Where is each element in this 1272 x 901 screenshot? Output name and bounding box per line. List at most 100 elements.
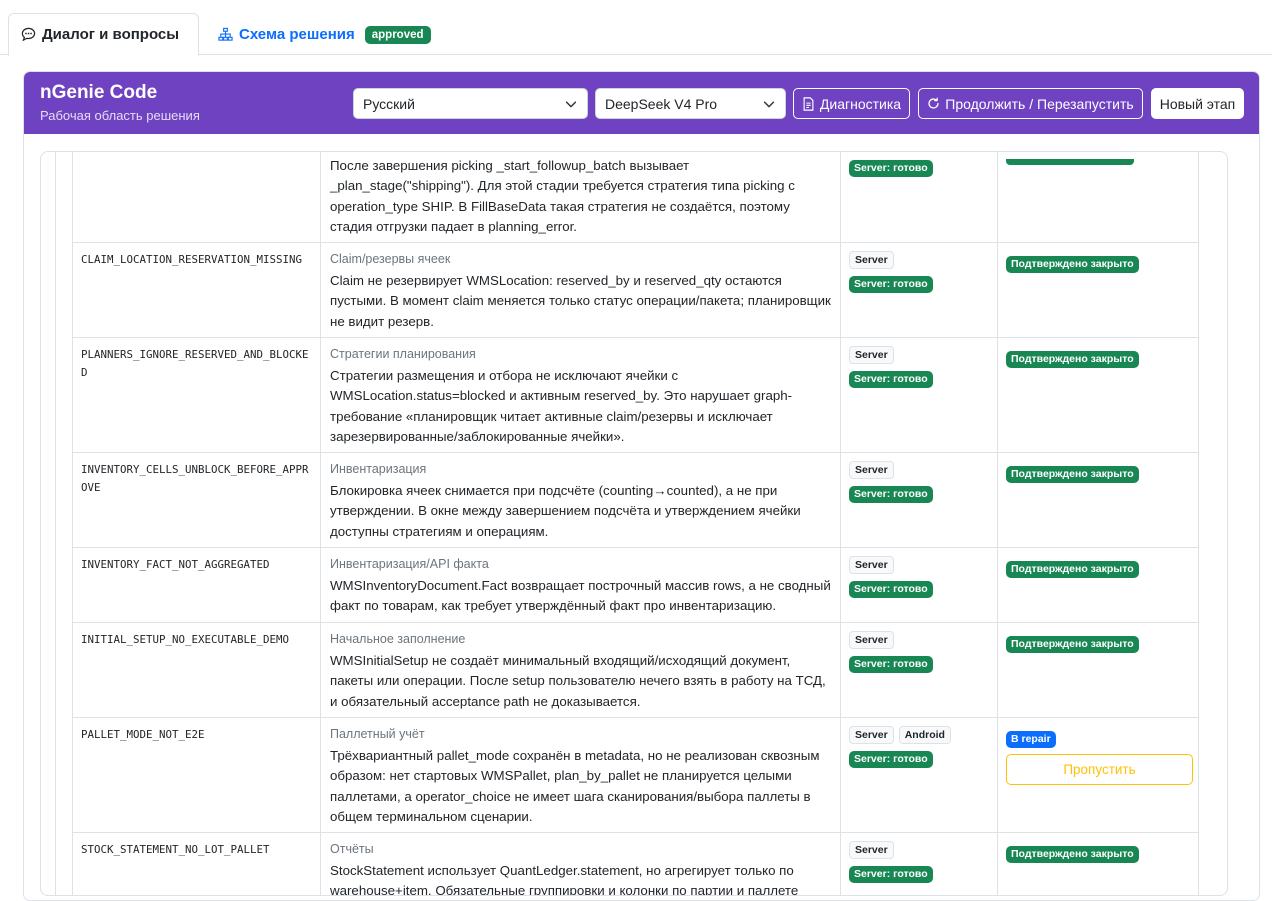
issue-description-cell: Паллетный учёт Трёхвариантный pallet_mode… [320,717,841,833]
refresh-icon [928,97,939,109]
issue-code: INITIAL_SETUP_NO_EXECUTABLE_DEMO [72,622,321,718]
server-status-badge: Server: готово [849,751,933,768]
platform-cell: Server Server: готово [840,452,998,548]
issue-description: WMSInventoryDocument.Fact возвращает пос… [330,578,831,614]
server-status-badge: Server: готово [849,276,933,293]
issue-code: STOCK_STATEMENT_NO_LOT_PALLET [72,832,321,895]
table-row: INVENTORY_CELLS_UNBLOCK_BEFORE_APPROVE Ин… [72,452,1199,548]
platform-cell: Server Server: готово [840,337,998,453]
new-stage-button[interactable]: Новый этап [1151,88,1244,119]
issue-category: Инвентаризация [330,462,427,476]
issue-description-cell: Инвентаризация/API факта WMSInventoryDocu… [320,547,841,623]
platform-chip: Server [849,726,894,744]
model-value: DeepSeek V4 Pro [605,95,718,112]
issue-description-cell: Стратегии планирования Стратегии размещен… [320,337,841,453]
status-cell: Подтверждено закрыто [997,832,1199,895]
table-row: INVENTORY_FACT_NOT_AGGREGATED Инвентариза… [72,547,1199,623]
tab-scheme[interactable]: Схема решения approved [206,13,443,56]
status-cell: Подтверждено закрыто [997,337,1199,453]
chat-icon [21,27,36,42]
status-badge: Подтверждено закрыто [1006,256,1139,273]
platform-chips: Server [849,346,989,364]
language-select[interactable]: Русский [353,88,588,119]
workspace-card: nGenie Code Рабочая область решения Русс… [23,71,1260,901]
document-icon [803,96,814,111]
issue-code [72,152,321,243]
issue-category: Инвентаризация/API факта [330,557,489,571]
platform-chips: Server [849,251,989,269]
issue-description-cell: После завершения picking _start_followup… [320,152,841,243]
issue-code: CLAIM_LOCATION_RESERVATION_MISSING [72,242,321,338]
tab-bar: Диалог и вопросы Схема решения approved [0,0,1272,56]
issue-description-cell: Отчёты StockStatement использует QuantLed… [320,832,841,896]
platform-cell: Server: готово [840,152,998,243]
app-subtitle: Рабочая область решения [40,108,200,123]
issues-panel: После завершения picking _start_followup… [40,151,1228,896]
platform-chip: Server [849,251,894,269]
status-cell: B repair Пропустить [997,717,1199,833]
status-badge: Подтверждено закрыто [1006,561,1139,578]
issue-code: INVENTORY_CELLS_UNBLOCK_BEFORE_APPROVE [72,452,321,548]
status-badge: Подтверждено закрыто [1006,466,1139,483]
approved-badge: approved [364,25,431,44]
hierarchy-icon [218,27,233,42]
status-badge-partial [1006,159,1134,165]
platform-chips: Server Android [849,726,989,744]
table-row: STOCK_STATEMENT_NO_LOT_PALLET Отчёты Stock… [72,832,1199,896]
platform-chips: Server [849,556,989,574]
issue-description: Трёхвариантный pallet_mode сохранён в me… [330,748,820,824]
issue-code: PLANNERS_IGNORE_RESERVED_AND_BLOCKED [72,337,321,453]
issue-category: Отчёты [330,842,374,856]
issue-description: WMSInitialSetup не создаёт минимальный в… [330,653,826,709]
status-cell: Подтверждено закрыто [997,547,1199,623]
issue-description: Стратегии размещения и отбора не исключа… [330,368,793,444]
server-status-badge: Server: готово [849,486,933,503]
issue-category: Паллетный учёт [330,727,425,741]
continue-label: Продолжить / Перезапустить [945,95,1134,112]
workspace-header: nGenie Code Рабочая область решения Русс… [24,72,1259,134]
app-title: nGenie Code [40,82,158,103]
platform-chips: Server [849,841,989,859]
chevron-down-icon [763,100,775,107]
status-badge: Подтверждено закрыто [1006,846,1139,863]
status-cell: Подтверждено закрыто [997,622,1199,718]
issues-scroll-area[interactable]: После завершения picking _start_followup… [58,152,1227,896]
issue-category: Стратегии планирования [330,347,476,361]
issue-code: PALLET_MODE_NOT_E2E [72,717,321,833]
issue-description: Блокировка ячеек снимается при подсчёте … [330,483,801,539]
model-select[interactable]: DeepSeek V4 Pro [595,88,786,119]
table-row: После завершения picking _start_followup… [72,152,1199,243]
server-status-badge: Server: готово [849,581,933,598]
platform-chip: Server [849,461,894,479]
platform-chip: Server [849,841,894,859]
tab-dialog-label: Диалог и вопросы [42,26,180,43]
status-badge: B repair [1006,731,1056,748]
table-row: PALLET_MODE_NOT_E2E Паллетный учёт Трёхвар… [72,717,1199,833]
platform-chip: Android [898,726,951,744]
tab-scheme-label: Схема решения [239,26,355,43]
table-row: INITIAL_SETUP_NO_EXECUTABLE_DEMO Начально… [72,622,1199,718]
issue-description-cell: Инвентаризация Блокировка ячеек снимается… [320,452,841,548]
issue-category: Начальное заполнение [330,632,466,646]
server-status-badge: Server: готово [849,160,933,177]
status-badge: Подтверждено закрыто [1006,636,1139,653]
issue-description: StockStatement использует QuantLedger.st… [330,863,799,896]
platform-cell: Server Server: готово [840,242,998,338]
new-stage-label: Новый этап [1159,95,1236,112]
platform-chips: Server [849,461,989,479]
language-value: Русский [363,95,415,112]
platform-cell: Server Server: готово [840,622,998,718]
status-cell: Подтверждено закрыто [997,242,1199,338]
tab-dialog[interactable]: Диалог и вопросы [8,13,199,56]
platform-chip: Server [849,346,894,364]
issue-category: Claim/резервы ячеек [330,252,451,266]
skip-button[interactable]: Пропустить [1006,754,1193,786]
diagnostics-button[interactable]: Диагностика [793,88,910,119]
panel-left-border [55,152,56,895]
platform-cell: Server Android Server: готово [840,717,998,833]
status-badge: Подтверждено закрыто [1006,351,1139,368]
issue-description: Claim не резервирует WMSLocation: reserv… [330,273,831,329]
chevron-down-icon [565,100,577,107]
continue-restart-button[interactable]: Продолжить / Перезапустить [918,88,1143,119]
diagnostics-label: Диагностика [819,95,902,112]
